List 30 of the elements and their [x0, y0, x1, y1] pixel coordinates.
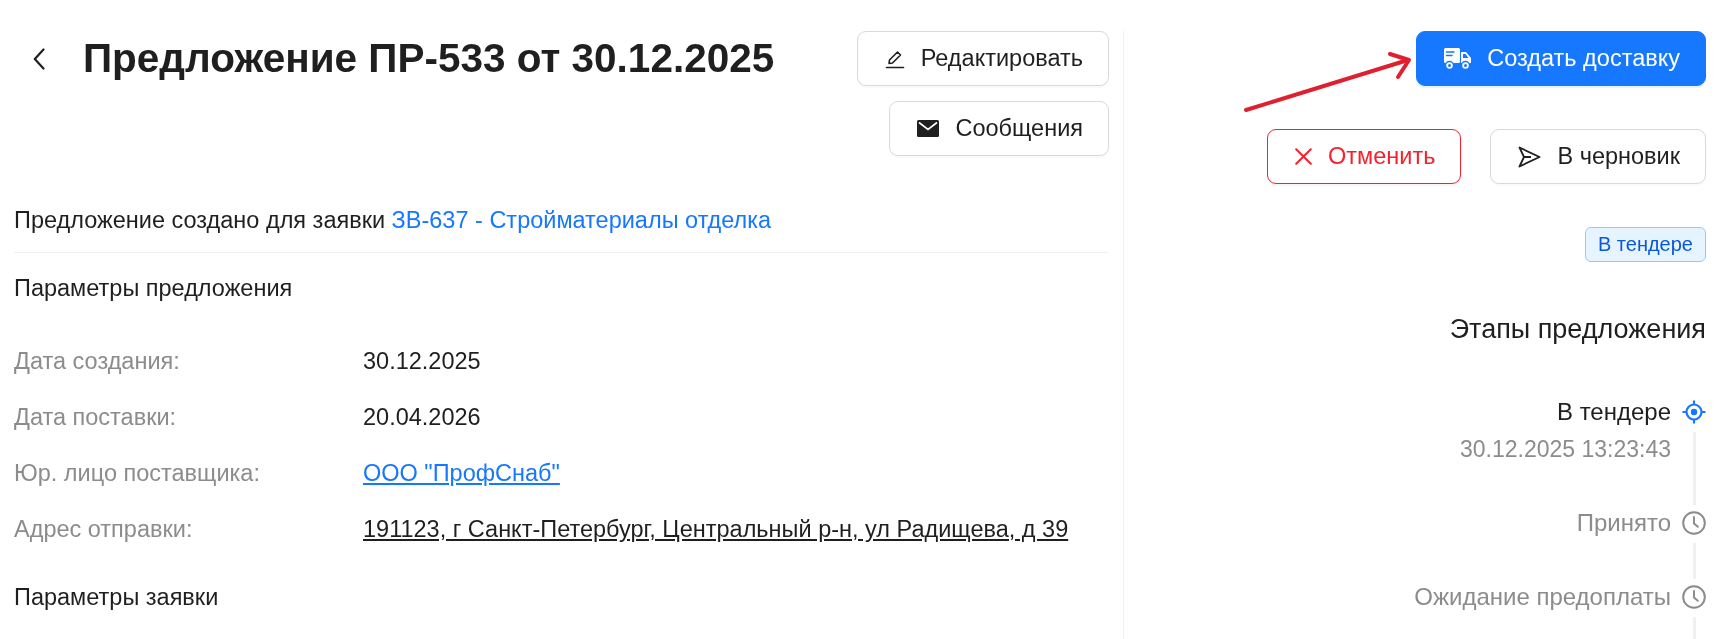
status-tag: В тендере	[1584, 227, 1706, 262]
pencil-icon	[884, 48, 905, 69]
stage-label: Принято	[1576, 508, 1671, 538]
stage-label: Ожидание предоплаты	[1414, 582, 1671, 612]
field-label: Дата поставки:	[14, 403, 178, 432]
stage-label: В тендере	[1556, 397, 1671, 427]
stage-time: 30.12.2025 13:23:43	[1459, 435, 1671, 464]
messages-button[interactable]: Сообщения	[889, 101, 1109, 156]
truck-icon	[1444, 47, 1472, 70]
source-note: Предложение создано для заявки ЗВ-637 - Стройматериалы отделка	[14, 206, 773, 235]
cancel-button[interactable]: Отменить	[1267, 129, 1462, 184]
edit-button[interactable]: Редактировать	[856, 31, 1109, 86]
section-title: Параметры предложения	[14, 274, 294, 303]
back-chevron-icon	[33, 47, 45, 70]
close-icon	[1295, 148, 1313, 165]
field-value: 20.04.2026	[363, 403, 481, 432]
section-title: Параметры заявки	[14, 583, 220, 612]
supplier-link[interactable]: ООО "ПрофСнаб"	[363, 458, 560, 488]
draft-button[interactable]: В черновик	[1490, 129, 1706, 184]
mail-icon	[917, 120, 940, 137]
field-label: Адрес отправки:	[14, 515, 194, 544]
stages-title: Этапы предложения	[1449, 314, 1706, 344]
field-label: Юр. лицо поставщика:	[14, 459, 261, 488]
send-icon	[1518, 145, 1542, 168]
page-title: Предложение ПР-533 от 30.12.2025	[83, 34, 775, 83]
create-delivery-button[interactable]: Создать доставку	[1416, 31, 1706, 86]
request-link[interactable]: ЗВ-637 - Стройматериалы отделка	[391, 207, 772, 233]
field-value: 30.12.2025	[363, 347, 481, 376]
address-link[interactable]: 191123, г Санкт-Петербург, Центральный р-н, ул Радищева, д 39	[363, 514, 1069, 544]
field-label: Дата создания:	[14, 347, 181, 376]
